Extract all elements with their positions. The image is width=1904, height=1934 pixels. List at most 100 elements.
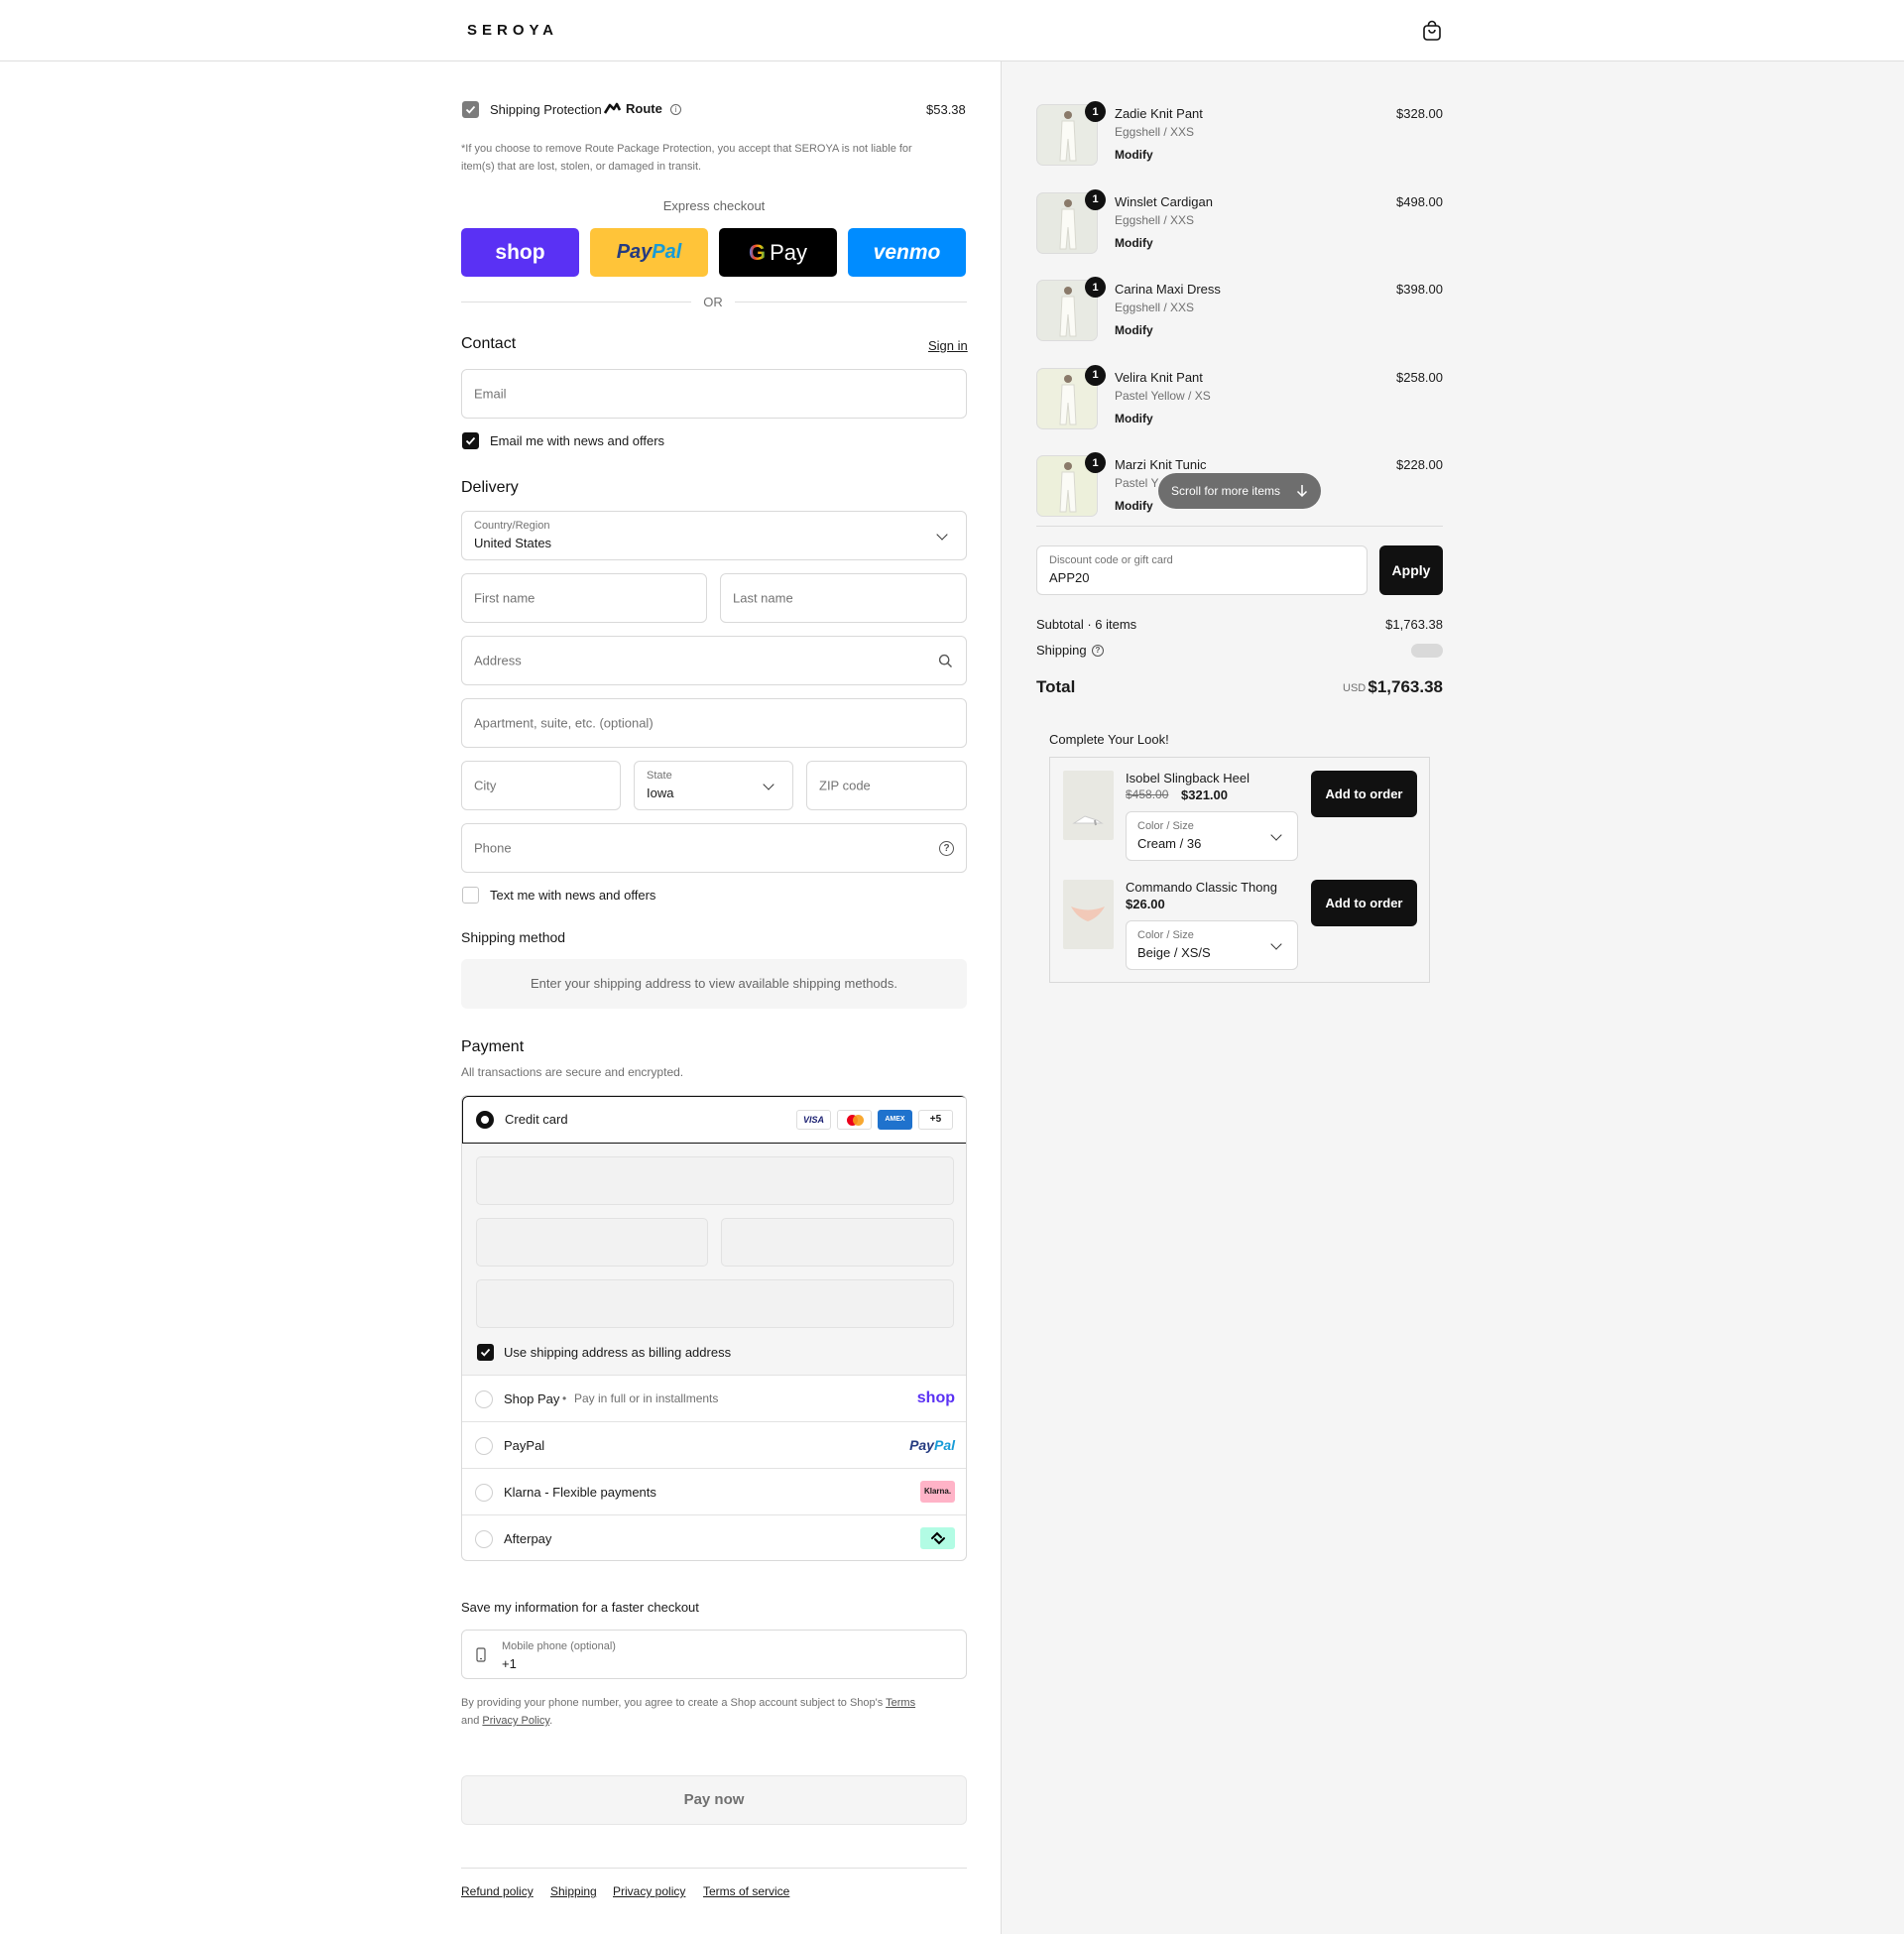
zip-placeholder: ZIP code xyxy=(819,778,871,793)
shop-pay-option[interactable]: Shop Pay • Pay in full or in installment… xyxy=(462,1376,966,1422)
first-name-field[interactable]: First name xyxy=(461,573,707,623)
add-to-order-button[interactable]: Add to order xyxy=(1311,771,1417,817)
upsell-price: $26.00 xyxy=(1126,897,1165,911)
afterpay-option[interactable]: Afterpay xyxy=(462,1515,966,1560)
discount-code-field[interactable]: Discount code or gift card APP20 xyxy=(1036,545,1368,595)
search-icon xyxy=(938,654,952,667)
card-name-field[interactable] xyxy=(476,1279,954,1328)
help-icon[interactable]: ? xyxy=(939,841,954,856)
currency-code: USD xyxy=(1343,682,1367,694)
shipping-help-icon[interactable]: ? xyxy=(1092,645,1104,657)
email-news-checkbox[interactable] xyxy=(462,432,479,449)
afterpay-radio[interactable] xyxy=(475,1530,493,1548)
apartment-field[interactable]: Apartment, suite, etc. (optional) xyxy=(461,698,967,748)
total-label: Total xyxy=(1036,677,1076,696)
shipping-protection-label: Shipping Protection xyxy=(490,102,602,117)
cart-bag-icon[interactable] xyxy=(1422,20,1442,42)
mobile-phone-field[interactable]: Mobile phone (optional) +1 xyxy=(461,1630,967,1679)
quantity-badge: 1 xyxy=(1085,277,1106,298)
privacy-link[interactable]: Privacy Policy xyxy=(482,1715,549,1727)
credit-card-option[interactable]: Credit card VISA AMEX +5 xyxy=(462,1096,966,1144)
chevron-down-icon xyxy=(1270,938,1282,950)
venmo-express-button[interactable]: venmo xyxy=(848,228,966,277)
payment-heading: Payment xyxy=(461,1038,525,1055)
modify-link[interactable]: Modify xyxy=(1115,499,1153,513)
card-cvv-field[interactable] xyxy=(721,1218,954,1267)
card-fields-area: Use shipping address as billing address xyxy=(462,1144,966,1376)
klarna-logo: Klarna. xyxy=(920,1481,955,1503)
delivery-heading: Delivery xyxy=(461,479,519,496)
card-expiry-field[interactable] xyxy=(476,1218,708,1267)
country-value: United States xyxy=(474,536,552,550)
product-variant: Eggshell / XXS xyxy=(1115,212,1195,227)
city-field[interactable]: City xyxy=(461,761,621,810)
klarna-radio[interactable] xyxy=(475,1484,493,1502)
product-variant: Eggshell / XXS xyxy=(1115,125,1195,139)
billing-address-label: Use shipping address as billing address xyxy=(504,1345,732,1360)
scroll-more-pill[interactable]: Scroll for more items xyxy=(1158,473,1321,509)
product-variant: Pastel Yellow / XS xyxy=(1115,388,1211,403)
google-g-icon: G xyxy=(748,239,767,265)
refund-policy-link[interactable]: Refund policy xyxy=(461,1884,534,1898)
modify-link[interactable]: Modify xyxy=(1115,148,1153,162)
upsell-variant-select[interactable]: Color / Size Cream / 36 xyxy=(1126,811,1298,861)
paypal-option[interactable]: PayPal PayPal xyxy=(462,1422,966,1469)
first-name-placeholder: First name xyxy=(474,590,536,606)
phone-field[interactable]: Phone ? xyxy=(461,823,967,873)
total-value: $1,763.38 xyxy=(1368,677,1443,696)
upsell-heading: Complete Your Look! xyxy=(1049,732,1169,747)
express-checkout-title: Express checkout xyxy=(662,198,766,213)
or-label: OR xyxy=(703,295,723,309)
terms-of-service-link[interactable]: Terms of service xyxy=(703,1884,789,1898)
quantity-badge: 1 xyxy=(1085,188,1106,210)
state-select[interactable]: State Iowa xyxy=(634,761,793,810)
apply-discount-button[interactable]: Apply xyxy=(1379,545,1443,595)
email-field[interactable]: Email xyxy=(461,369,967,419)
shop-pay-logo: shop xyxy=(495,240,545,264)
add-to-order-button[interactable]: Add to order xyxy=(1311,880,1417,926)
state-value: Iowa xyxy=(647,786,674,800)
info-icon[interactable]: i xyxy=(670,104,681,115)
country-select[interactable]: Country/Region United States xyxy=(461,511,967,560)
card-number-field[interactable] xyxy=(476,1156,954,1205)
pay-now-button[interactable]: Pay now xyxy=(461,1775,967,1825)
shop-pay-express-button[interactable]: shop xyxy=(461,228,579,277)
billing-address-checkbox[interactable] xyxy=(477,1344,494,1361)
shop-pay-radio[interactable] xyxy=(475,1390,493,1408)
sign-in-link[interactable]: Sign in xyxy=(928,338,968,353)
product-name: Velira Knit Pant xyxy=(1115,369,1203,385)
paypal-radio[interactable] xyxy=(475,1437,493,1455)
modify-link[interactable]: Modify xyxy=(1115,412,1153,425)
product-price: $398.00 xyxy=(1396,282,1443,297)
text-news-checkbox[interactable] xyxy=(462,887,479,904)
privacy-policy-link[interactable]: Privacy policy xyxy=(613,1884,685,1898)
shipping-protection-checkbox[interactable] xyxy=(462,101,479,118)
paypal-label: PayPal xyxy=(504,1438,545,1453)
order-summary-panel xyxy=(1001,61,1904,1934)
modify-link[interactable]: Modify xyxy=(1115,236,1153,250)
store-logo[interactable]: SEROYA xyxy=(467,22,558,39)
upsell-box: Isobel Slingback Heel $458.00 $321.00 Co… xyxy=(1049,757,1430,983)
shipping-policy-link[interactable]: Shipping xyxy=(550,1884,597,1898)
credit-card-radio[interactable] xyxy=(476,1111,494,1129)
paypal-logo-pal: Pal xyxy=(652,241,682,263)
klarna-label: Klarna - Flexible payments xyxy=(504,1485,656,1500)
google-pay-express-button[interactable]: G Pay xyxy=(719,228,837,277)
upsell-product-name: Commando Classic Thong xyxy=(1126,880,1277,895)
klarna-option[interactable]: Klarna - Flexible payments Klarna. xyxy=(462,1469,966,1515)
address-field[interactable]: Address xyxy=(461,636,967,685)
shipping-label: Shipping xyxy=(1036,643,1087,658)
shipping-method-message: Enter your shipping address to view avai… xyxy=(461,959,967,1009)
terms-link[interactable]: Terms xyxy=(886,1697,915,1709)
modify-link[interactable]: Modify xyxy=(1115,323,1153,337)
paypal-logo-pay: Pay xyxy=(616,241,653,263)
subtotal-label: Subtotal · 6 items xyxy=(1036,617,1137,632)
paypal-express-button[interactable]: Pay Pal xyxy=(590,228,708,277)
zip-field[interactable]: ZIP code xyxy=(806,761,967,810)
upsell-variant-select[interactable]: Color / Size Beige / XS/S xyxy=(1126,920,1298,970)
product-price: $498.00 xyxy=(1396,193,1443,209)
paypal-logo: PayPal xyxy=(909,1437,955,1453)
quantity-badge: 1 xyxy=(1085,101,1106,122)
chevron-down-icon xyxy=(936,529,948,541)
last-name-field[interactable]: Last name xyxy=(720,573,967,623)
